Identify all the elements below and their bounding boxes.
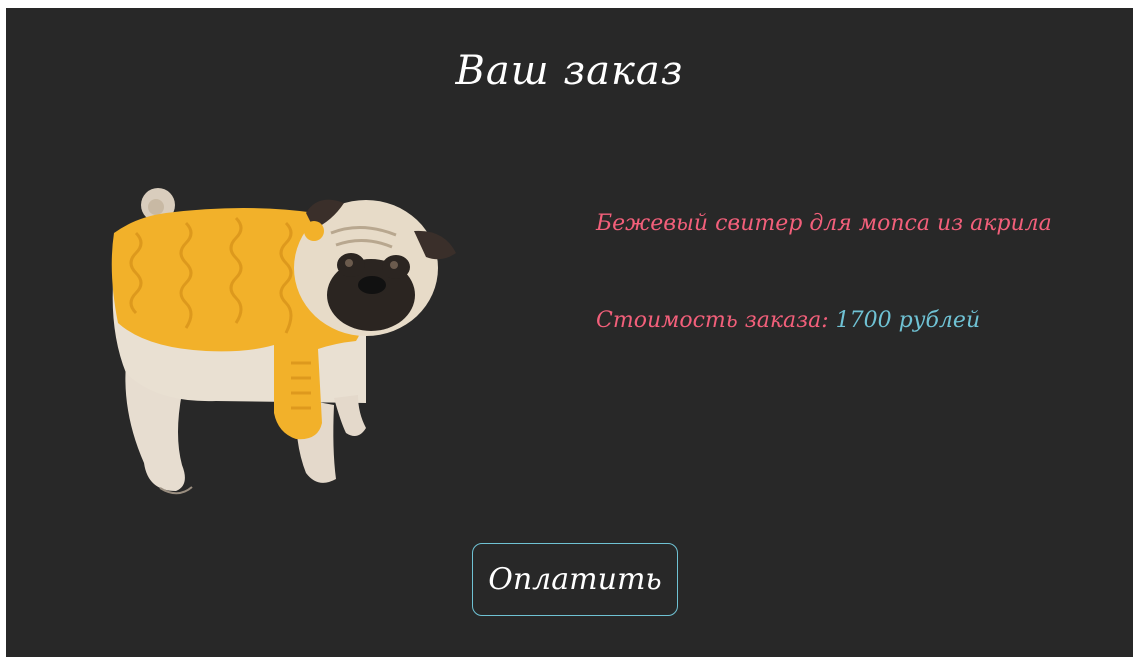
order-screen: Ваш заказ Бежевый свитер для мопса из ак… [6,8,1133,657]
price-line: Стоимость заказа: 1700 рублей [596,308,980,333]
price-value: 1700 рублей [835,308,981,333]
page-title: Ваш заказ [455,48,684,94]
product-photo [111,188,456,495]
pay-button[interactable]: Оплатить [472,543,678,616]
product-name: Бежевый свитер для мопса из акрила [596,211,1052,236]
price-label: Стоимость заказа: [596,308,829,333]
